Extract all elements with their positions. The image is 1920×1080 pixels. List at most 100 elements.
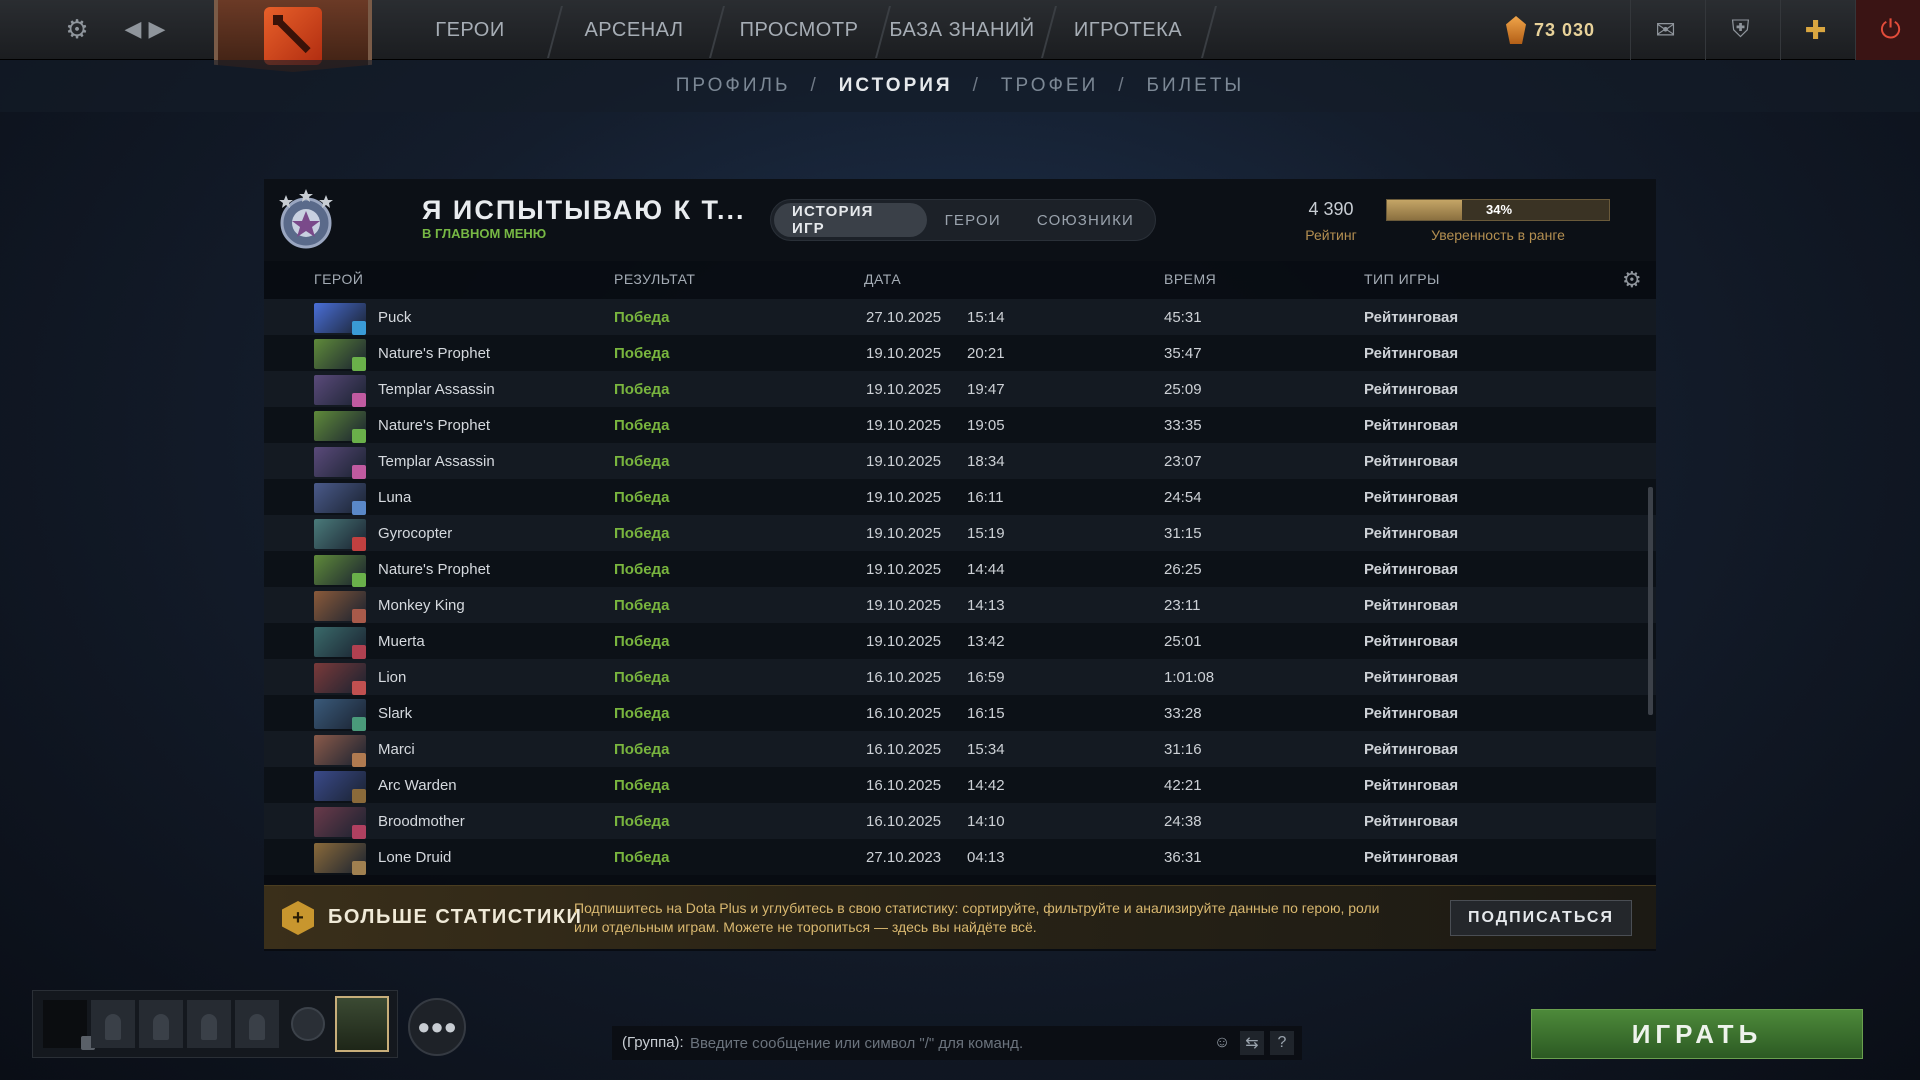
rank-medal-icon [279, 189, 333, 249]
match-date: 19.10.2025 [866, 597, 942, 614]
battle-pass-card-button[interactable] [335, 996, 389, 1052]
empty-player-icon [201, 1014, 217, 1040]
table-row[interactable]: Nature's Prophet Победа 19.10.2025 14:44 26:… [264, 551, 1656, 587]
table-row[interactable]: Broodmother Победа 16.10.2025 14:10 24:38 Рей… [264, 803, 1656, 839]
rank-confidence-label: Уверенность в ранге [1431, 227, 1565, 243]
hero-attribute-badge-icon [352, 681, 366, 695]
history-tabs: ИСТОРИЯ ИГР ГЕРОИ СОЮЗНИКИ [770, 199, 1156, 241]
nav-watch[interactable]: ПРОСМОТР [734, 0, 864, 60]
match-duration: 25:09 [1164, 381, 1202, 398]
match-date: 19.10.2025 [866, 417, 942, 434]
column-header-result[interactable]: РЕЗУЛЬТАТ [614, 271, 695, 291]
rank-confidence-text: 34% [1485, 202, 1513, 217]
chat-input[interactable] [690, 1029, 1210, 1057]
hero-attribute-badge-icon [352, 573, 366, 587]
play-button[interactable]: ИГРАТЬ [1531, 1009, 1863, 1059]
subnav-profile[interactable]: ПРОФИЛЬ [676, 75, 791, 97]
table-row[interactable]: Nature's Prophet Победа 19.10.2025 20:21 35:… [264, 335, 1656, 371]
table-row[interactable]: Templar Assassin Победа 19.10.2025 18:34 23:… [264, 443, 1656, 479]
armory-button[interactable]: ⛨ [1705, 0, 1775, 60]
table-row[interactable]: Puck Победа 27.10.2025 15:14 45:31 Рейтингова… [264, 299, 1656, 335]
hero-name: Nature's Prophet [378, 561, 491, 578]
match-result: Победа [614, 561, 670, 578]
column-header-date[interactable]: ДАТА [864, 271, 901, 291]
tab-allies[interactable]: СОЮЗНИКИ [1019, 203, 1152, 237]
table-row[interactable]: Slark Победа 16.10.2025 16:15 33:28 Рейтингов… [264, 695, 1656, 731]
forward-arrow-icon[interactable]: ▶ [140, 12, 174, 46]
subnav-history[interactable]: ИСТОРИЯ [839, 75, 953, 97]
empty-player-icon [249, 1014, 265, 1040]
table-row[interactable]: Muerta Победа 19.10.2025 13:42 25:01 Рейтинго… [264, 623, 1656, 659]
match-start-time: 15:34 [967, 741, 1005, 758]
match-start-time: 14:44 [967, 561, 1005, 578]
hero-attribute-badge-icon [352, 609, 366, 623]
party-slot[interactable] [139, 1000, 183, 1048]
tab-match-history[interactable]: ИСТОРИЯ ИГР [774, 203, 927, 237]
group-chat-button[interactable]: ●●● [408, 998, 466, 1056]
match-start-time: 04:13 [967, 849, 1005, 866]
promo-title: БОЛЬШЕ СТАТИСТИКИ [328, 906, 583, 928]
table-row[interactable]: Gyrocopter Победа 19.10.2025 15:19 31:15 Рейт… [264, 515, 1656, 551]
table-row[interactable]: Templar Assassin Победа 19.10.2025 19:47 25:… [264, 371, 1656, 407]
shard-icon [1506, 16, 1526, 44]
party-slot-self[interactable] [43, 1000, 95, 1050]
table-row[interactable]: Arc Warden Победа 16.10.2025 14:42 42:21 Рейт… [264, 767, 1656, 803]
subscribe-button[interactable]: ПОДПИСАТЬСЯ [1450, 900, 1632, 936]
table-row[interactable]: Luna Победа 19.10.2025 16:11 24:54 Рейтингова… [264, 479, 1656, 515]
tab-heroes[interactable]: ГЕРОИ [927, 203, 1019, 237]
exit-button[interactable]: ⏻ [1855, 0, 1920, 60]
hero-name: Marci [378, 741, 415, 758]
column-header-hero[interactable]: ГЕРОЙ [314, 271, 363, 291]
nav-arcade[interactable]: ИГРОТЕКА [1064, 0, 1192, 60]
dota-logo-icon [264, 7, 322, 65]
shards-balance[interactable]: 73 030 [1506, 8, 1595, 52]
chat-wheel-icon[interactable]: ⇆ [1240, 1031, 1264, 1055]
match-result: Победа [614, 597, 670, 614]
settings-gear-icon[interactable]: ⚙ [60, 12, 94, 46]
match-duration: 25:01 [1164, 633, 1202, 650]
game-type: Рейтинговая [1364, 417, 1459, 434]
match-date: 19.10.2025 [866, 345, 942, 362]
match-duration: 45:31 [1164, 309, 1202, 326]
hero-name: Arc Warden [378, 777, 457, 794]
table-row[interactable]: Lion Победа 16.10.2025 16:59 1:01:08 Рейтинго… [264, 659, 1656, 695]
match-start-time: 14:13 [967, 597, 1005, 614]
subnav-trophies[interactable]: ТРОФЕИ [1001, 75, 1098, 97]
table-row[interactable]: Nature's Prophet Победа 19.10.2025 19:05 33:… [264, 407, 1656, 443]
subnav-tickets[interactable]: БИЛЕТЫ [1147, 75, 1245, 97]
nav-knowledge-base[interactable]: БАЗА ЗНАНИЙ [888, 0, 1036, 60]
match-date: 16.10.2025 [866, 669, 942, 686]
column-header-game-type[interactable]: ТИП ИГРЫ [1364, 271, 1440, 291]
match-history-panel: Я ИСПЫТЫВАЮ К Т... В ГЛАВНОМ МЕНЮ ИСТОРИ… [264, 179, 1656, 951]
mail-button[interactable]: ✉ [1630, 0, 1700, 60]
match-result: Победа [614, 345, 670, 362]
emoji-icon[interactable]: ☺ [1210, 1031, 1234, 1055]
hero-name: Lion [378, 669, 407, 686]
dota-plus-button[interactable]: ✚ [1780, 0, 1850, 60]
match-result: Победа [614, 633, 670, 650]
hero-attribute-badge-icon [352, 465, 366, 479]
hero-name: Luna [378, 489, 412, 506]
match-duration: 33:28 [1164, 705, 1202, 722]
nav-arsenal[interactable]: АРСЕНАЛ [572, 0, 696, 60]
table-row[interactable]: Lone Druid Победа 27.10.2023 04:13 36:31 Рейт… [264, 839, 1656, 875]
match-date: 16.10.2025 [866, 777, 942, 794]
game-type: Рейтинговая [1364, 705, 1459, 722]
hero-name: Broodmother [378, 813, 465, 830]
hero-attribute-badge-icon [352, 861, 366, 875]
help-icon[interactable]: ? [1270, 1031, 1294, 1055]
party-slot[interactable] [187, 1000, 231, 1048]
table-row[interactable]: Marci Победа 16.10.2025 15:34 31:16 Рейтингов… [264, 731, 1656, 767]
hero-attribute-badge-icon [352, 645, 366, 659]
match-start-time: 15:19 [967, 525, 1005, 542]
party-slot[interactable] [235, 1000, 279, 1048]
table-row[interactable]: Monkey King Победа 19.10.2025 14:13 23:11 Рей… [264, 587, 1656, 623]
columns-settings-gear-icon[interactable]: ⚙ [1622, 269, 1644, 291]
match-list-scrollbar[interactable] [1648, 487, 1653, 715]
match-duration: 35:47 [1164, 345, 1202, 362]
nav-heroes[interactable]: ГЕРОИ [410, 0, 530, 60]
match-date: 27.10.2023 [866, 849, 942, 866]
column-header-time[interactable]: ВРЕМЯ [1164, 271, 1216, 291]
voice-chat-headset-icon[interactable] [291, 1007, 325, 1041]
party-slot[interactable] [91, 1000, 135, 1048]
